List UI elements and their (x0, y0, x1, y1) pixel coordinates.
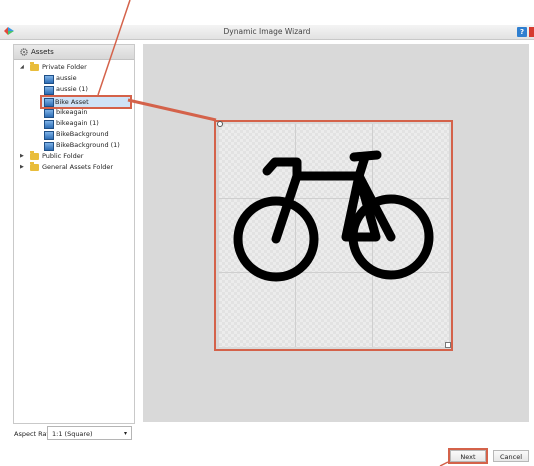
annotation-arrows (97, 0, 449, 466)
cancel-button[interactable]: Cancel (493, 450, 529, 462)
next-button-highlight (448, 448, 488, 464)
